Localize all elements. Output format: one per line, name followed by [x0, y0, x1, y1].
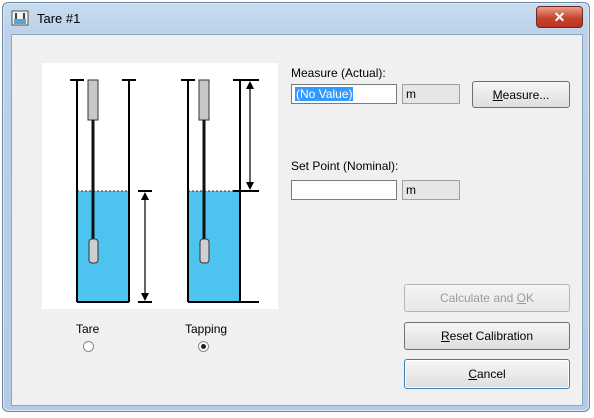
dialog-client: Tare Tapping Measure (Actual): (No Value…	[11, 34, 583, 406]
reset-calibration-button[interactable]: Reset Calibration	[404, 322, 570, 350]
measure-input[interactable]: (No Value)	[291, 84, 397, 104]
close-icon: ✕	[553, 8, 566, 25]
tapping-tank-illustration	[181, 79, 259, 303]
calculate-ok-button[interactable]: Calculate and OK	[404, 284, 570, 312]
title-bar[interactable]: Tare #1 ✕	[3, 3, 589, 33]
setpoint-label: Set Point (Nominal):	[291, 159, 399, 173]
calculate-ok-label: Calculate and OK	[439, 291, 535, 305]
measure-value: (No Value)	[295, 87, 354, 101]
tare-diagram	[42, 63, 278, 309]
app-icon	[11, 10, 29, 26]
tapping-radio-label: Tapping	[185, 322, 228, 336]
tare-radio[interactable]	[83, 341, 94, 352]
measure-label: Measure (Actual):	[291, 66, 386, 80]
tare-radio-label: Tare	[76, 322, 100, 336]
radio-selected-dot	[201, 344, 206, 349]
measure-button-label: Measure...	[492, 87, 550, 102]
cancel-button[interactable]: Cancel	[404, 359, 570, 389]
window-title: Tare #1	[37, 11, 81, 26]
measure-unit: m	[402, 84, 460, 104]
tare-tank-illustration	[70, 79, 152, 303]
setpoint-unit: m	[402, 180, 460, 200]
cancel-label: Cancel	[468, 367, 506, 381]
measure-button[interactable]: Measure...	[472, 81, 570, 108]
liquid-fill	[77, 191, 129, 302]
tapping-radio[interactable]	[198, 341, 209, 352]
setpoint-input[interactable]	[291, 180, 397, 200]
reset-calibration-label: Reset Calibration	[440, 329, 534, 343]
close-button[interactable]: ✕	[536, 6, 583, 28]
dialog-window: Tare #1 ✕ Tare Tapping Measure (Actual):…	[2, 2, 590, 412]
liquid-fill	[188, 191, 240, 302]
